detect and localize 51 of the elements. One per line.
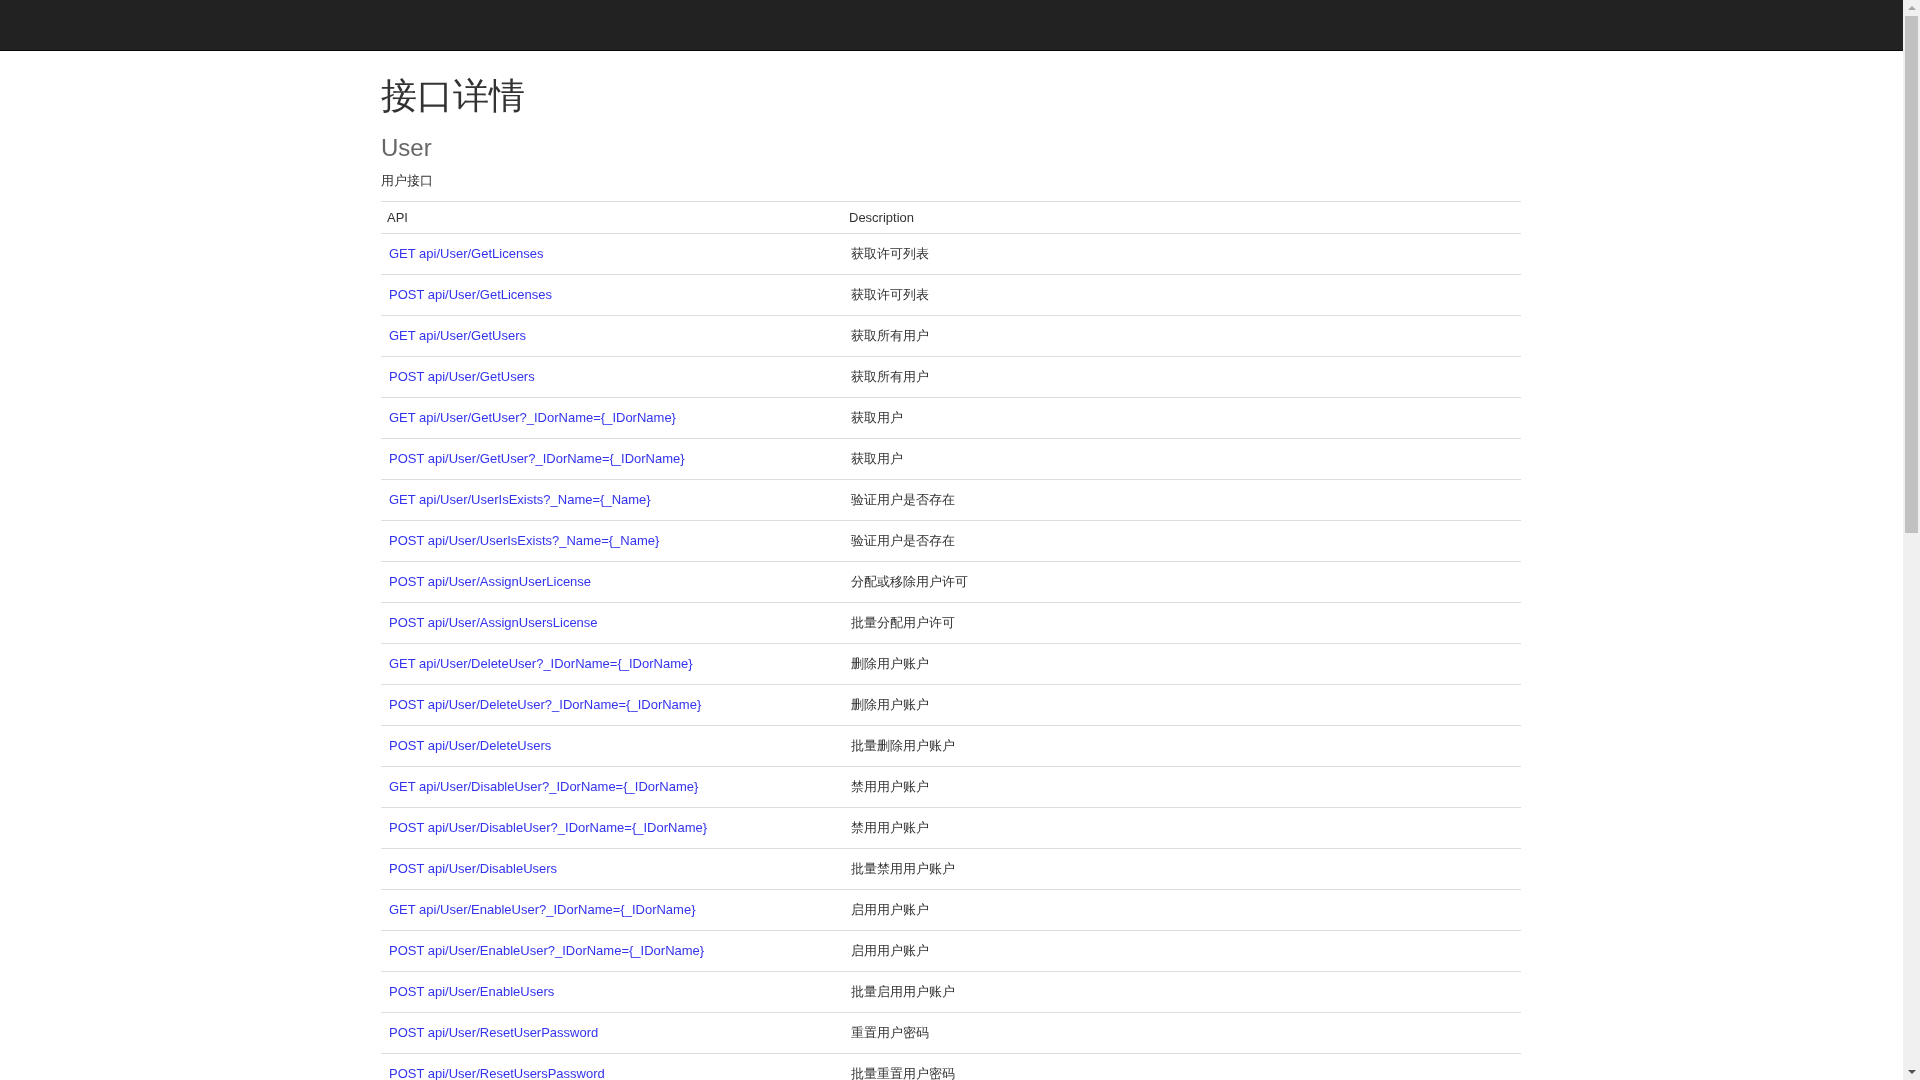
scroll-down-icon[interactable] (1907, 1070, 1916, 1074)
api-description: 禁用用户账户 (851, 819, 929, 835)
api-link[interactable]: GET api/User/GetUser?_IDorName={_IDorName} (389, 410, 676, 426)
api-description: 获取所有用户 (851, 368, 929, 384)
scrollbar[interactable] (1903, 0, 1920, 1080)
api-description: 批量重置用户密码 (851, 1065, 955, 1080)
api-description: 验证用户是否存在 (851, 532, 955, 548)
api-link[interactable]: POST api/User/UserIsExists?_Name={_Name} (389, 533, 660, 549)
api-description: 获取用户 (851, 450, 903, 466)
api-description: 删除用户账户 (851, 696, 929, 712)
api-link[interactable]: POST api/User/DeleteUser?_IDorName={_IDorName} (389, 697, 702, 713)
section-description: 用户接口 (381, 171, 434, 190)
api-description: 删除用户账户 (851, 655, 929, 671)
api-description: 验证用户是否存在 (851, 491, 955, 507)
scroll-up-icon[interactable] (1907, 6, 1916, 10)
page-title: 接口详情 (381, 74, 526, 118)
api-link[interactable]: POST api/User/AssignUserLicense (389, 574, 592, 590)
api-link[interactable]: POST api/User/ResetUsersPassword (389, 1066, 605, 1080)
api-link[interactable]: POST api/User/GetLicenses (389, 287, 553, 303)
api-link[interactable]: GET api/User/DisableUser?_IDorName={_IDorName} (389, 779, 699, 795)
api-description: 批量启用用户账户 (851, 983, 955, 999)
api-description: 获取许可列表 (851, 286, 929, 302)
column-header: API (381, 201, 843, 234)
api-link[interactable]: GET api/User/DeleteUser?_IDorName={_IDorName} (389, 656, 693, 672)
api-link[interactable]: GET api/User/EnableUser?_IDorName={_IDorName} (389, 902, 696, 918)
api-link[interactable]: POST api/User/AssignUsersLicense (389, 615, 598, 631)
api-link[interactable]: POST api/User/DisableUser?_IDorName={_IDorName} (389, 820, 708, 836)
api-link[interactable]: POST api/User/EnableUser?_IDorName={_IDorName} (389, 943, 705, 959)
api-link[interactable]: POST api/User/GetUsers (389, 369, 535, 385)
api-link[interactable]: POST api/User/ResetUserPassword (389, 1025, 599, 1041)
api-link[interactable]: GET api/User/GetUsers (389, 328, 527, 344)
api-description: 禁用用户账户 (851, 778, 929, 794)
api-description: 获取许可列表 (851, 245, 929, 261)
api-description: 启用用户账户 (851, 901, 929, 917)
api-description: 获取用户 (851, 409, 903, 425)
api-link[interactable]: POST api/User/DisableUsers (389, 861, 558, 877)
api-description: 分配或移除用户许可 (851, 573, 968, 589)
section-title: User (381, 133, 433, 163)
api-description: 启用用户账户 (851, 942, 929, 958)
scroll-thumb[interactable] (1905, 16, 1918, 533)
api-description: 批量删除用户账户 (851, 737, 955, 753)
api-description: 批量禁用用户账户 (851, 860, 955, 876)
column-header: Description (843, 201, 1521, 234)
api-link[interactable]: GET api/User/UserIsExists?_Name={_Name} (389, 492, 651, 508)
api-link[interactable]: POST api/User/DeleteUsers (389, 738, 552, 754)
api-description: 获取所有用户 (851, 327, 929, 343)
api-description: 批量分配用户许可 (851, 614, 955, 630)
api-description: 重置用户密码 (851, 1024, 929, 1040)
api-link[interactable]: POST api/User/GetUser?_IDorName={_IDorName} (389, 451, 685, 467)
api-link[interactable]: GET api/User/GetLicenses (389, 246, 544, 262)
api-link[interactable]: POST api/User/EnableUsers (389, 984, 555, 1000)
